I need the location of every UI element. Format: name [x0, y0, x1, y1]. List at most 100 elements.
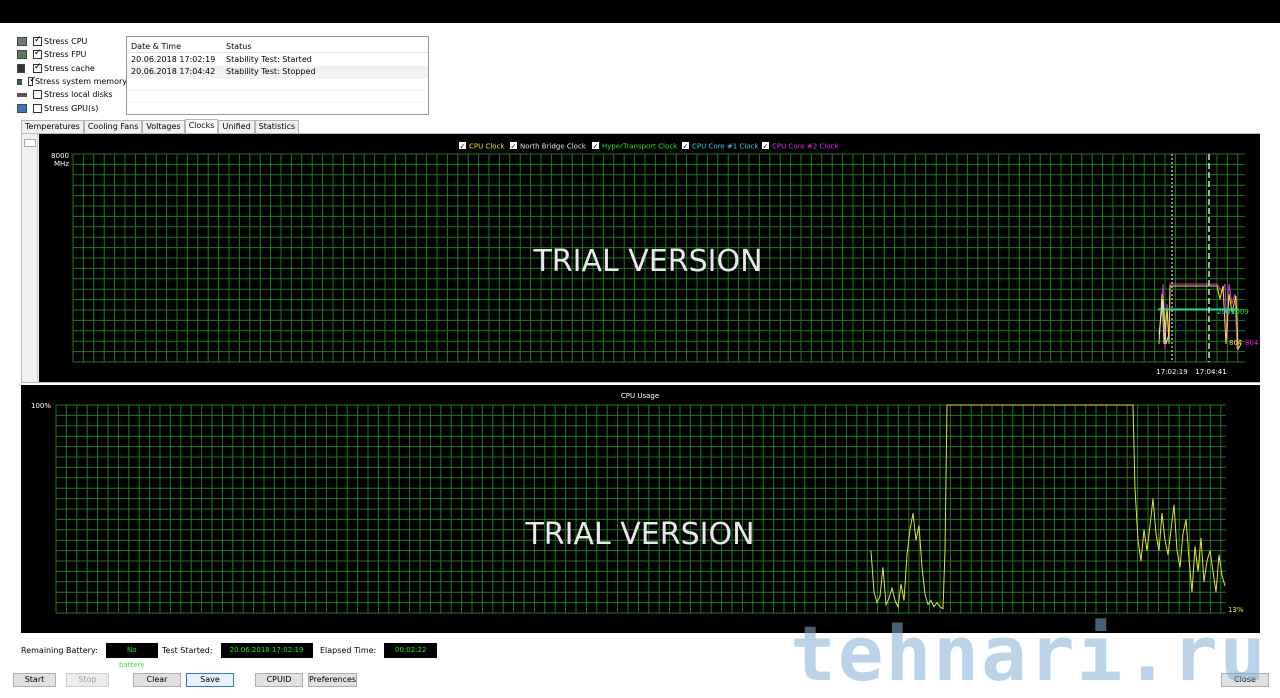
log-header: Date & Time Status: [127, 40, 428, 53]
save-button[interactable]: Save: [186, 673, 234, 687]
clock-y-unit: MHz: [54, 160, 69, 168]
value-label-cpu-clock: 804: [1229, 339, 1243, 347]
disk-icon: [17, 92, 27, 97]
memory-icon: [17, 78, 23, 85]
clock-x-label-start: 17:02:19: [1156, 368, 1187, 376]
stop-button[interactable]: Stop: [66, 673, 109, 687]
legend-check-mark: ✓: [460, 143, 466, 151]
tab-temperatures[interactable]: Temperatures: [21, 120, 84, 133]
table-row-empty: [127, 78, 428, 90]
preferences-button[interactable]: Preferences: [308, 673, 357, 687]
cpu-usage-chart: CPU Usage 100% 0% 13% TRIAL VERSION: [21, 385, 1260, 640]
stability-test-window: Stress CPU Stress FPU Stress cache Stres…: [0, 23, 1280, 698]
fpu-icon: [17, 50, 27, 60]
legend-check-mark: ✓: [763, 143, 769, 151]
usage-current-value: 13%: [1228, 606, 1244, 614]
table-row-empty: [127, 90, 428, 102]
legend-label: CPU Clock: [469, 143, 505, 151]
value-label-hypertransport: 2009: [1231, 308, 1249, 316]
usage-chart-title: CPU Usage: [621, 392, 659, 400]
stress-disks-label: Stress local disks: [44, 90, 113, 100]
test-started-label: Test Started:: [162, 646, 213, 655]
elapsed-time-label: Elapsed Time:: [320, 646, 377, 655]
log-header-status: Status: [226, 41, 252, 51]
stress-gpu-row[interactable]: Stress GPU(s): [17, 101, 127, 114]
legend-check-mark: ✓: [511, 143, 517, 151]
clock-chart-svg: ✓ CPU Clock ✓ North Bridge Clock ✓ Hyper…: [51, 142, 1259, 391]
legend-check-mark: ✓: [683, 143, 689, 151]
stress-cpu-label: Stress CPU: [44, 37, 88, 47]
cache-icon: [17, 63, 25, 73]
stress-cpu-checkbox[interactable]: [33, 35, 42, 47]
value-label-core2: 804: [1245, 339, 1259, 347]
clocks-panel: ✓ CPU Clock ✓ North Bridge Clock ✓ Hyper…: [21, 133, 1260, 391]
log-header-datetime: Date & Time: [131, 41, 182, 51]
stress-disks-row[interactable]: Stress local disks: [17, 88, 127, 101]
cpu-usage-series-line: [870, 404, 1226, 610]
tab-voltages[interactable]: Voltages: [142, 120, 185, 133]
test-started-info: Test Started: 20.06.2018 17:02:19: [162, 643, 313, 658]
stress-fpu-checkbox[interactable]: [33, 48, 42, 60]
legend-item-cpu-clock[interactable]: ✓ CPU Clock: [459, 142, 505, 151]
usage-y-top: 100%: [31, 402, 51, 410]
legend-item-cpu-core1-clock[interactable]: ✓ CPU Core #1 Clock: [682, 142, 759, 151]
log-cell-datetime: 20.06.2018 17:04:42: [131, 67, 216, 77]
tab-unified[interactable]: Unified: [218, 120, 255, 133]
close-button[interactable]: Close: [1221, 673, 1269, 687]
stress-options: Stress CPU Stress FPU Stress cache Stres…: [17, 35, 127, 115]
usage-chart-grid: [55, 404, 1226, 614]
legend-item-hypertransport-clock[interactable]: ✓ HyperTransport Clock: [592, 142, 678, 151]
clock-y-top: 8000: [51, 152, 69, 160]
legend-label: CPU Core #2 Clock: [772, 143, 839, 151]
stress-memory-checkbox[interactable]: [28, 75, 36, 87]
battery-value: No battery: [105, 643, 158, 669]
stress-memory-label: Stress system memory: [34, 77, 127, 87]
stress-cpu-row[interactable]: Stress CPU: [17, 35, 127, 48]
trial-watermark: TRIAL VERSION: [524, 517, 754, 552]
elapsed-time-value: 00:02:22: [384, 643, 438, 658]
battery-label: Remaining Battery:: [21, 646, 98, 655]
clock-chart-legend: ✓ CPU Clock ✓ North Bridge Clock ✓ Hyper…: [459, 142, 839, 151]
clock-chart: ✓ CPU Clock ✓ North Bridge Clock ✓ Hyper…: [39, 134, 1260, 391]
elapsed-time-info: Elapsed Time: 00:02:22: [320, 643, 438, 658]
battery-info: Remaining Battery: No battery: [21, 643, 158, 669]
legend-label: HyperTransport Clock: [602, 143, 678, 151]
legend-label: North Bridge Clock: [520, 143, 587, 151]
legend-check-mark: ✓: [593, 143, 599, 151]
log-cell-datetime: 20.06.2018 17:02:19: [131, 54, 216, 64]
table-row[interactable]: 20.06.2018 17:04:42 Stability Test: Stop…: [127, 65, 428, 78]
stress-gpu-checkbox[interactable]: [33, 103, 42, 113]
log-cell-status: Stability Test: Started: [226, 54, 312, 64]
panel-scrollbar[interactable]: [22, 134, 38, 382]
cpu-icon: [17, 37, 27, 47]
gpu-icon: [17, 103, 27, 113]
cpuid-button[interactable]: CPUID: [255, 673, 303, 687]
stress-fpu-label: Stress FPU: [44, 50, 87, 60]
stress-disks-checkbox[interactable]: [33, 90, 42, 100]
stress-fpu-row[interactable]: Stress FPU: [17, 48, 127, 61]
stress-cache-label: Stress cache: [44, 63, 95, 73]
table-row[interactable]: 20.06.2018 17:02:19 Stability Test: Star…: [127, 53, 428, 66]
start-button[interactable]: Start: [13, 673, 56, 687]
log-cell-status: Stability Test: Stopped: [226, 67, 316, 77]
tab-statistics[interactable]: Statistics: [254, 120, 300, 133]
stress-memory-row[interactable]: Stress system memory: [17, 75, 127, 88]
stress-cache-row[interactable]: Stress cache: [17, 62, 127, 75]
table-row-empty: [127, 102, 428, 114]
test-started-value: 20.06.2018 17:02:19: [220, 643, 313, 658]
status-log-table[interactable]: Date & Time Status 20.06.2018 17:02:19 S…: [126, 36, 429, 115]
legend-item-cpu-core2-clock[interactable]: ✓ CPU Core #2 Clock: [762, 142, 839, 151]
cpu-usage-chart-svg: CPU Usage 100% 0% 13% TRIAL VERSION: [31, 392, 1244, 640]
tab-clocks[interactable]: Clocks: [184, 119, 219, 133]
stress-gpu-label: Stress GPU(s): [44, 103, 99, 113]
legend-label: CPU Core #1 Clock: [692, 143, 759, 151]
legend-item-north-bridge-clock[interactable]: ✓ North Bridge Clock: [510, 142, 587, 151]
tab-cooling-fans[interactable]: Cooling Fans: [83, 120, 143, 133]
stress-cache-checkbox[interactable]: [33, 62, 42, 73]
usage-y-bottom: 0%: [40, 632, 51, 633]
tab-bar: Temperatures Cooling Fans Voltages Clock…: [21, 119, 300, 133]
clear-button[interactable]: Clear: [133, 673, 181, 687]
clock-x-label-stop: 17:04:41: [1195, 368, 1226, 376]
scrollbar-thumb[interactable]: [24, 139, 36, 147]
trial-watermark: TRIAL VERSION: [532, 244, 762, 279]
